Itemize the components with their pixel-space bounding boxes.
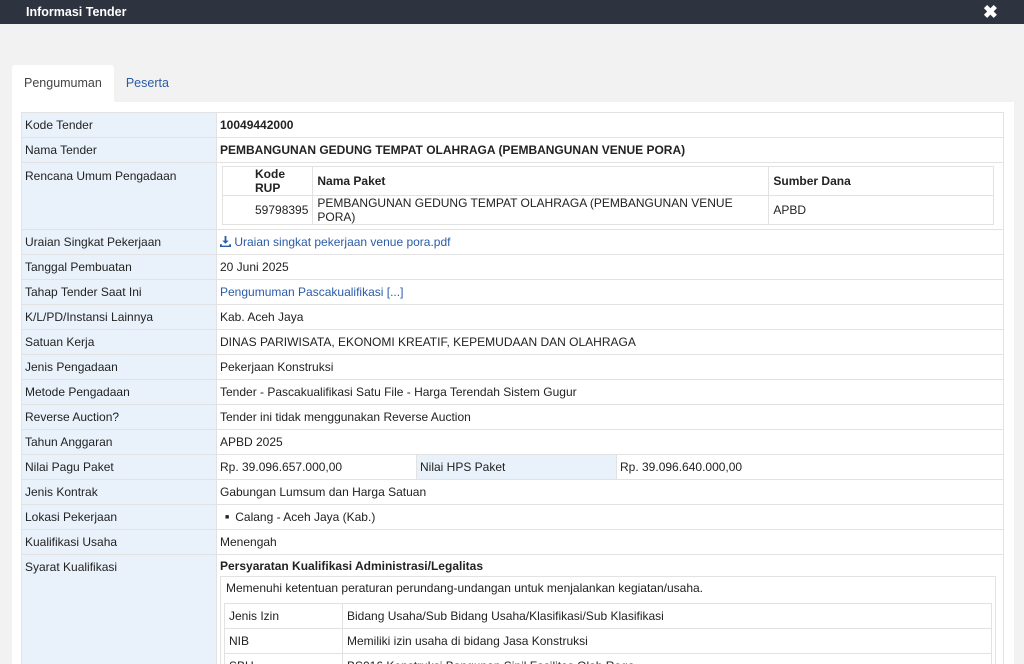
lokasi-item: Calang - Aceh Jaya (Kab.) bbox=[220, 510, 375, 524]
uraian-link-text: Uraian singkat pekerjaan venue pora.pdf bbox=[234, 235, 451, 249]
rup-header-nama: Nama Paket bbox=[312, 166, 770, 196]
pagu-value: Rp. 39.096.657.000,00 bbox=[216, 454, 417, 480]
lokasi-label: Lokasi Pekerjaan bbox=[21, 504, 217, 530]
kode-tender-value: 10049442000 bbox=[216, 112, 1004, 138]
tahap-label: Tahap Tender Saat Ini bbox=[21, 279, 217, 305]
uraian-label: Uraian Singkat Pekerjaan bbox=[21, 229, 217, 255]
tender-info-table: Kode Tender 10049442000 Nama Tender PEMB… bbox=[21, 112, 1004, 664]
row-nama-tender: Nama Tender PEMBANGUNAN GEDUNG TEMPAT OL… bbox=[21, 137, 1004, 163]
klpd-value: Kab. Aceh Jaya bbox=[216, 304, 1004, 330]
izin-value: Memiliki izin usaha di bidang Jasa Konst… bbox=[342, 628, 992, 654]
lokasi-cell: Calang - Aceh Jaya (Kab.) bbox=[216, 504, 1004, 530]
syarat-cell: Persyaratan Kualifikasi Administrasi/Leg… bbox=[216, 554, 1004, 664]
izin-value: Bidang Usaha/Sub Bidang Usaha/Klasifikas… bbox=[342, 603, 992, 629]
kualifikasi-label: Kualifikasi Usaha bbox=[21, 529, 217, 555]
row-klpd: K/L/PD/Instansi Lainnya Kab. Aceh Jaya bbox=[21, 304, 1004, 330]
row-metode: Metode Pengadaan Tender - Pascakualifika… bbox=[21, 379, 1004, 405]
rup-label: Rencana Umum Pengadaan bbox=[21, 162, 217, 230]
izin-table: Jenis Izin Bidang Usaha/Sub Bidang Usaha… bbox=[224, 603, 992, 664]
rup-cell: Kode RUP Nama Paket Sumber Dana 59798395… bbox=[216, 162, 1004, 230]
modal-title: Informasi Tender bbox=[26, 5, 127, 19]
jenis-pengadaan-value: Pekerjaan Konstruksi bbox=[216, 354, 1004, 380]
tahap-link[interactable]: Pengumuman Pascakualifikasi [...] bbox=[220, 285, 403, 299]
row-jenis-pengadaan: Jenis Pengadaan Pekerjaan Konstruksi bbox=[21, 354, 1004, 380]
rup-header-sumber: Sumber Dana bbox=[768, 166, 994, 196]
tanggal-label: Tanggal Pembuatan bbox=[21, 254, 217, 280]
row-kontrak: Jenis Kontrak Gabungan Lumsum dan Harga … bbox=[21, 479, 1004, 505]
modal-titlebar: Informasi Tender ✖ bbox=[0, 0, 1024, 24]
row-tahap: Tahap Tender Saat Ini Pengumuman Pascaku… bbox=[21, 279, 1004, 305]
syarat-heading: Persyaratan Kualifikasi Administrasi/Leg… bbox=[220, 559, 483, 573]
hps-value: Rp. 39.096.640.000,00 bbox=[616, 454, 1004, 480]
syarat-box: Memenuhi ketentuan peraturan perundang-u… bbox=[220, 576, 996, 664]
tab-bar: Pengumuman Peserta bbox=[12, 65, 181, 102]
row-syarat: Syarat Kualifikasi Persyaratan Kualifika… bbox=[21, 554, 1004, 664]
uraian-cell: Uraian singkat pekerjaan venue pora.pdf bbox=[216, 229, 1004, 255]
syarat-label: Syarat Kualifikasi bbox=[21, 554, 217, 664]
izin-row: Jenis Izin Bidang Usaha/Sub Bidang Usaha… bbox=[224, 603, 992, 629]
row-rup: Rencana Umum Pengadaan Kode RUP Nama Pak… bbox=[21, 162, 1004, 230]
tahap-cell: Pengumuman Pascakualifikasi [...] bbox=[216, 279, 1004, 305]
metode-value: Tender - Pascakualifikasi Satu File - Ha… bbox=[216, 379, 1004, 405]
satker-value: DINAS PARIWISATA, EKONOMI KREATIF, KEPEM… bbox=[216, 329, 1004, 355]
close-icon[interactable]: ✖ bbox=[983, 3, 998, 21]
kontrak-value: Gabungan Lumsum dan Harga Satuan bbox=[216, 479, 1004, 505]
row-satker: Satuan Kerja DINAS PARIWISATA, EKONOMI K… bbox=[21, 329, 1004, 355]
tahun-label: Tahun Anggaran bbox=[21, 429, 217, 455]
row-kualifikasi: Kualifikasi Usaha Menengah bbox=[21, 529, 1004, 555]
izin-row: SBU BS016 Konstruksi Bangunan Sipil Fasi… bbox=[224, 653, 992, 664]
reverse-label: Reverse Auction? bbox=[21, 404, 217, 430]
tahun-value: APBD 2025 bbox=[216, 429, 1004, 455]
row-pagu: Nilai Pagu Paket Rp. 39.096.657.000,00 N… bbox=[21, 454, 1004, 480]
pagu-label: Nilai Pagu Paket bbox=[21, 454, 217, 480]
row-tahun: Tahun Anggaran APBD 2025 bbox=[21, 429, 1004, 455]
row-uraian: Uraian Singkat Pekerjaan Uraian singkat … bbox=[21, 229, 1004, 255]
tab-peserta[interactable]: Peserta bbox=[114, 65, 181, 102]
izin-key: SBU bbox=[224, 653, 343, 664]
uraian-download-link[interactable]: Uraian singkat pekerjaan venue pora.pdf bbox=[220, 235, 450, 249]
reverse-value: Tender ini tidak menggunakan Reverse Auc… bbox=[216, 404, 1004, 430]
kode-tender-label: Kode Tender bbox=[21, 112, 217, 138]
rup-nama: PEMBANGUNAN GEDUNG TEMPAT OLAHRAGA (PEMB… bbox=[312, 195, 770, 225]
izin-value: BS016 Konstruksi Bangunan Sipil Fasilita… bbox=[342, 653, 992, 664]
nama-tender-label: Nama Tender bbox=[21, 137, 217, 163]
syarat-desc: Memenuhi ketentuan peraturan perundang-u… bbox=[226, 581, 704, 595]
rup-table: Kode RUP Nama Paket Sumber Dana 59798395… bbox=[221, 166, 994, 225]
download-icon bbox=[220, 236, 231, 247]
rup-sumber: APBD bbox=[768, 195, 994, 225]
satker-label: Satuan Kerja bbox=[21, 329, 217, 355]
rup-header-kode: Kode RUP bbox=[221, 166, 314, 196]
metode-label: Metode Pengadaan bbox=[21, 379, 217, 405]
hps-label: Nilai HPS Paket bbox=[416, 454, 617, 480]
row-kode-tender: Kode Tender 10049442000 bbox=[21, 112, 1004, 138]
kontrak-label: Jenis Kontrak bbox=[21, 479, 217, 505]
rup-row: 59798395 PEMBANGUNAN GEDUNG TEMPAT OLAHR… bbox=[221, 195, 994, 225]
klpd-label: K/L/PD/Instansi Lainnya bbox=[21, 304, 217, 330]
izin-key: Jenis Izin bbox=[224, 603, 343, 629]
rup-kode: 59798395 bbox=[221, 195, 314, 225]
row-reverse: Reverse Auction? Tender ini tidak menggu… bbox=[21, 404, 1004, 430]
izin-key: NIB bbox=[224, 628, 343, 654]
nama-tender-value: PEMBANGUNAN GEDUNG TEMPAT OLAHRAGA (PEMB… bbox=[216, 137, 1004, 163]
jenis-pengadaan-label: Jenis Pengadaan bbox=[21, 354, 217, 380]
row-tanggal: Tanggal Pembuatan 20 Juni 2025 bbox=[21, 254, 1004, 280]
izin-row: NIB Memiliki izin usaha di bidang Jasa K… bbox=[224, 628, 992, 654]
tanggal-value: 20 Juni 2025 bbox=[216, 254, 1004, 280]
tab-pengumuman[interactable]: Pengumuman bbox=[12, 65, 114, 102]
row-lokasi: Lokasi Pekerjaan Calang - Aceh Jaya (Kab… bbox=[21, 504, 1004, 530]
tender-info-panel: Kode Tender 10049442000 Nama Tender PEMB… bbox=[12, 102, 1014, 664]
kualifikasi-value: Menengah bbox=[216, 529, 1004, 555]
